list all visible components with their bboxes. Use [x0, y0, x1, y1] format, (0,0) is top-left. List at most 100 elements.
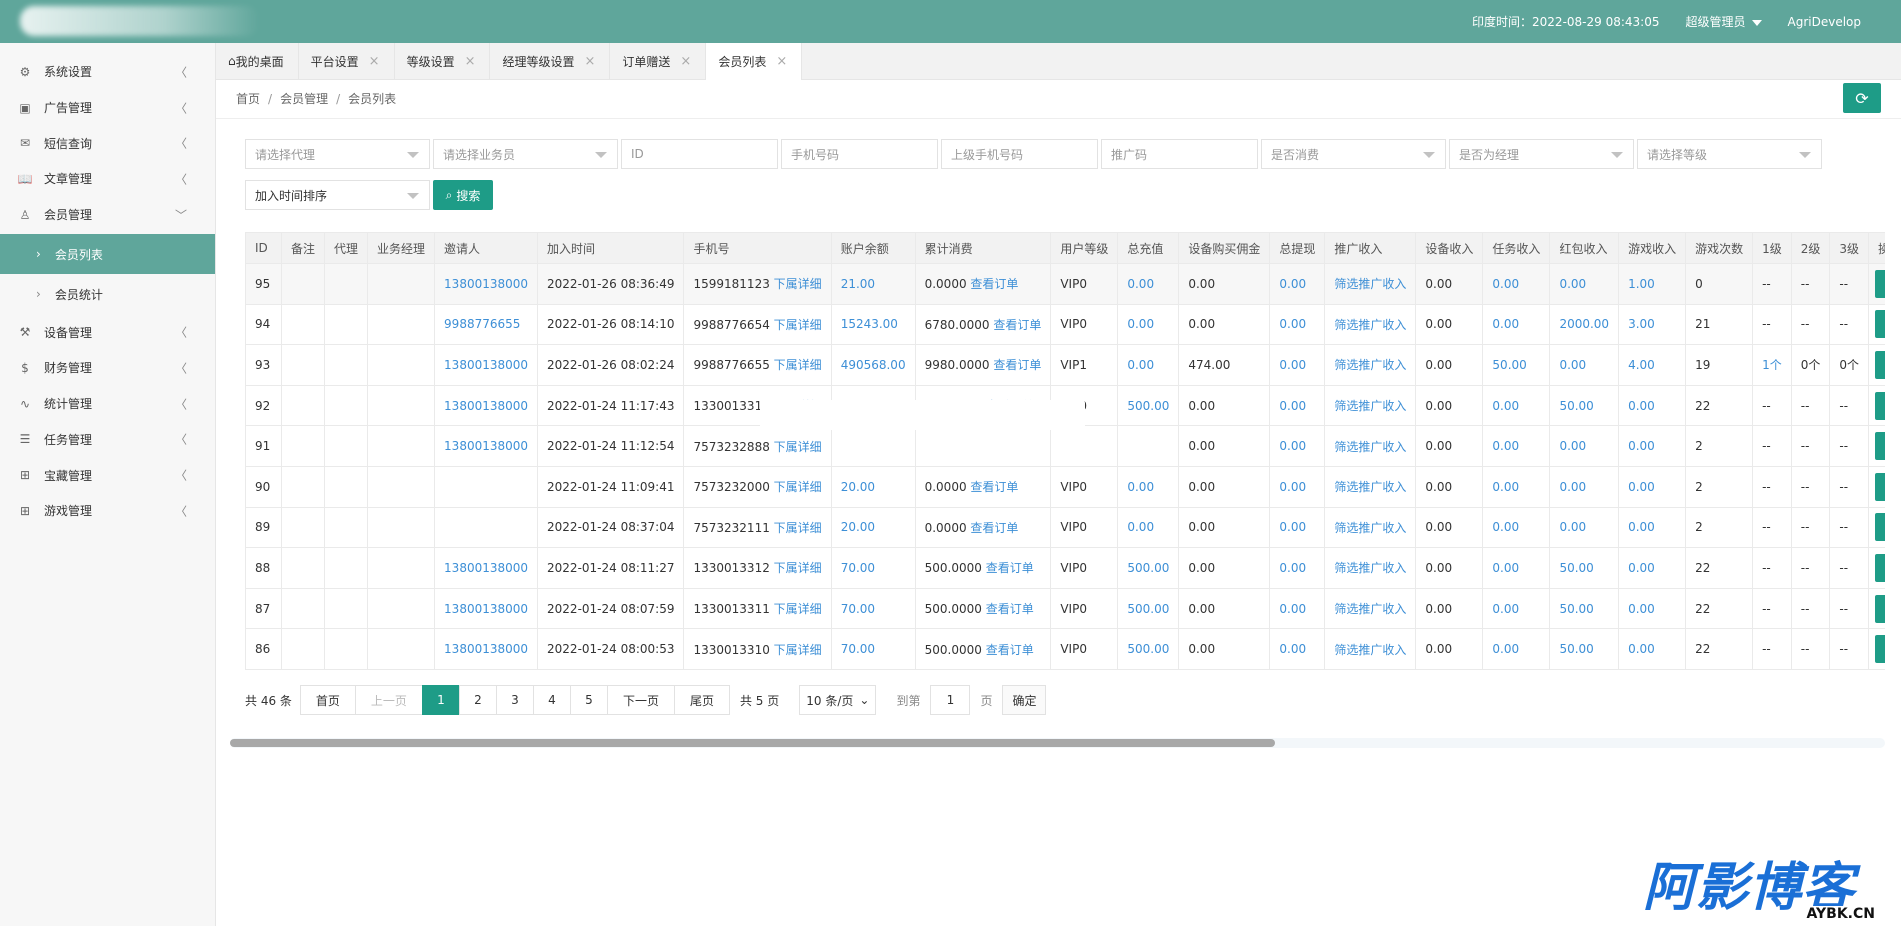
- goto-page-input[interactable]: 1: [930, 685, 971, 715]
- sidebar-item-b0[interactable]: ⚒ 设备管理 〈: [0, 314, 215, 350]
- cell-value[interactable]: 0.00: [1628, 520, 1655, 534]
- tab-3[interactable]: 经理等级设置 ×: [490, 43, 611, 79]
- cell-value[interactable]: 22: [1695, 561, 1710, 575]
- cell-value[interactable]: 1个: [1762, 358, 1782, 372]
- cell-value[interactable]: 500.00: [1127, 602, 1169, 616]
- cell-value[interactable]: 0.00: [1492, 439, 1519, 453]
- sidebar-item-a2[interactable]: ✉ 短信查询 〈: [0, 125, 215, 161]
- cell-value[interactable]: 21.00: [841, 277, 875, 291]
- cell-value[interactable]: 20.00: [841, 480, 875, 494]
- goto-confirm-button[interactable]: 确定: [1002, 685, 1047, 715]
- tab-1[interactable]: 平台设置 ×: [299, 43, 395, 79]
- cell-value[interactable]: 22: [1695, 602, 1710, 616]
- cell-value[interactable]: 4.00: [1628, 358, 1655, 372]
- cell-value[interactable]: 50.00: [1559, 602, 1593, 616]
- page-4[interactable]: 4: [532, 685, 571, 715]
- last-page-button[interactable]: 尾页: [673, 685, 730, 715]
- subordinate-detail-link[interactable]: 下属详细: [774, 440, 822, 454]
- subordinate-detail-link[interactable]: 下属详细: [774, 561, 822, 575]
- sidebar-item-b5[interactable]: ⊞ 游戏管理 〈: [0, 493, 215, 529]
- cell-value[interactable]: 0.00: [1628, 602, 1655, 616]
- id-input[interactable]: ID: [621, 139, 778, 169]
- salesman-select[interactable]: 请选择业务员: [433, 139, 618, 169]
- cell-value[interactable]: 0.00: [1279, 439, 1306, 453]
- cell-value[interactable]: 0.00: [1559, 439, 1586, 453]
- cell-value[interactable]: 0.00: [1279, 399, 1306, 413]
- filter-promo-income-link[interactable]: 筛选推广收入: [1334, 480, 1406, 494]
- cell-value[interactable]: 500.00: [1127, 399, 1169, 413]
- filter-promo-income-link[interactable]: 筛选推广收入: [1334, 643, 1406, 657]
- next-page-button[interactable]: 下一页: [606, 685, 675, 715]
- scrollbar-thumb[interactable]: [230, 739, 1275, 747]
- cell-value[interactable]: 2000.00: [1559, 317, 1609, 331]
- phone-input[interactable]: 手机号码: [781, 139, 938, 169]
- cell-value[interactable]: 13800138000: [444, 277, 528, 291]
- cell-value[interactable]: 0.00: [1127, 358, 1154, 372]
- cell-value[interactable]: 0.00: [1127, 520, 1154, 534]
- edit-button[interactable]: 编辑: [1875, 432, 1885, 461]
- subordinate-detail-link[interactable]: 下属详细: [774, 358, 822, 372]
- cell-value[interactable]: 13800138000: [444, 399, 528, 413]
- view-orders-link[interactable]: 查看订单: [970, 521, 1018, 535]
- close-icon[interactable]: ×: [680, 54, 691, 69]
- cell-value[interactable]: 21: [1695, 317, 1710, 331]
- cell-value[interactable]: 0.00: [1628, 439, 1655, 453]
- cell-value[interactable]: 0.00: [1559, 358, 1586, 372]
- view-orders-link[interactable]: 查看订单: [993, 358, 1041, 372]
- cell-value[interactable]: 2: [1695, 439, 1703, 453]
- tab-5[interactable]: 会员列表 ×: [706, 43, 803, 80]
- cell-value[interactable]: 50.00: [1559, 399, 1593, 413]
- cell-value[interactable]: 500.00: [1127, 642, 1169, 656]
- cell-value[interactable]: 0.00: [1279, 602, 1306, 616]
- prev-page-button[interactable]: 上一页: [354, 685, 423, 715]
- cell-value[interactable]: 0.00: [1559, 480, 1586, 494]
- cell-value[interactable]: 0.00: [1279, 480, 1306, 494]
- view-orders-link[interactable]: 查看订单: [970, 480, 1018, 494]
- cell-value[interactable]: 22: [1695, 399, 1710, 413]
- filter-promo-income-link[interactable]: 筛选推广收入: [1334, 358, 1406, 372]
- breadcrumb-home[interactable]: 首页: [236, 92, 260, 106]
- first-page-button[interactable]: 首页: [299, 685, 356, 715]
- cell-value[interactable]: 0.00: [1628, 399, 1655, 413]
- sidebar-item-b1[interactable]: $ 财务管理 〈: [0, 350, 215, 386]
- edit-button[interactable]: 编辑: [1875, 594, 1885, 623]
- breadcrumb-section[interactable]: 会员管理: [280, 92, 328, 106]
- agent-select[interactable]: 请选择代理: [245, 139, 430, 169]
- cell-value[interactable]: 0.00: [1127, 480, 1154, 494]
- sort-select[interactable]: 加入时间排序: [245, 180, 430, 210]
- promo-code-input[interactable]: 推广码: [1101, 139, 1258, 169]
- subordinate-detail-link[interactable]: 下属详细: [774, 643, 822, 657]
- view-orders-link[interactable]: 查看订单: [986, 602, 1034, 616]
- view-orders-link[interactable]: 查看订单: [986, 643, 1034, 657]
- filter-promo-income-link[interactable]: 筛选推广收入: [1334, 561, 1406, 575]
- cell-value[interactable]: 70.00: [841, 642, 875, 656]
- page-3[interactable]: 3: [495, 685, 534, 715]
- cell-value[interactable]: 0.00: [1492, 317, 1519, 331]
- parent-phone-input[interactable]: 上级手机号码: [941, 139, 1098, 169]
- sidebar-item-b2[interactable]: ∿ 统计管理 〈: [0, 386, 215, 422]
- manager-select[interactable]: 是否为经理: [1449, 139, 1634, 169]
- cell-value[interactable]: 0.00: [1279, 561, 1306, 575]
- cell-value[interactable]: 0.00: [1492, 480, 1519, 494]
- filter-promo-income-link[interactable]: 筛选推广收入: [1334, 440, 1406, 454]
- role-menu[interactable]: 超级管理员: [1685, 13, 1762, 30]
- sidebar-item-a1[interactable]: ▣ 广告管理 〈: [0, 90, 215, 126]
- cell-value[interactable]: 0.00: [1492, 520, 1519, 534]
- view-orders-link[interactable]: 查看订单: [993, 318, 1041, 332]
- subordinate-detail-link[interactable]: 下属详细: [774, 480, 822, 494]
- cell-value[interactable]: 0.00: [1628, 480, 1655, 494]
- edit-button[interactable]: 编辑: [1875, 513, 1885, 542]
- subordinate-detail-link[interactable]: 下属详细: [774, 318, 822, 332]
- cell-value[interactable]: 0.00: [1279, 277, 1306, 291]
- edit-button[interactable]: 编辑: [1875, 391, 1885, 420]
- cell-value[interactable]: 0.00: [1628, 642, 1655, 656]
- cell-value[interactable]: 1.00: [1628, 277, 1655, 291]
- cell-value[interactable]: 70.00: [841, 561, 875, 575]
- cell-value[interactable]: 0: [1695, 277, 1703, 291]
- cell-value[interactable]: 0.00: [1127, 317, 1154, 331]
- edit-button[interactable]: 编辑: [1875, 310, 1885, 339]
- consumed-select[interactable]: 是否消费: [1261, 139, 1446, 169]
- filter-promo-income-link[interactable]: 筛选推广收入: [1334, 318, 1406, 332]
- cell-value[interactable]: 0.00: [1279, 358, 1306, 372]
- cell-value[interactable]: 50.00: [1559, 561, 1593, 575]
